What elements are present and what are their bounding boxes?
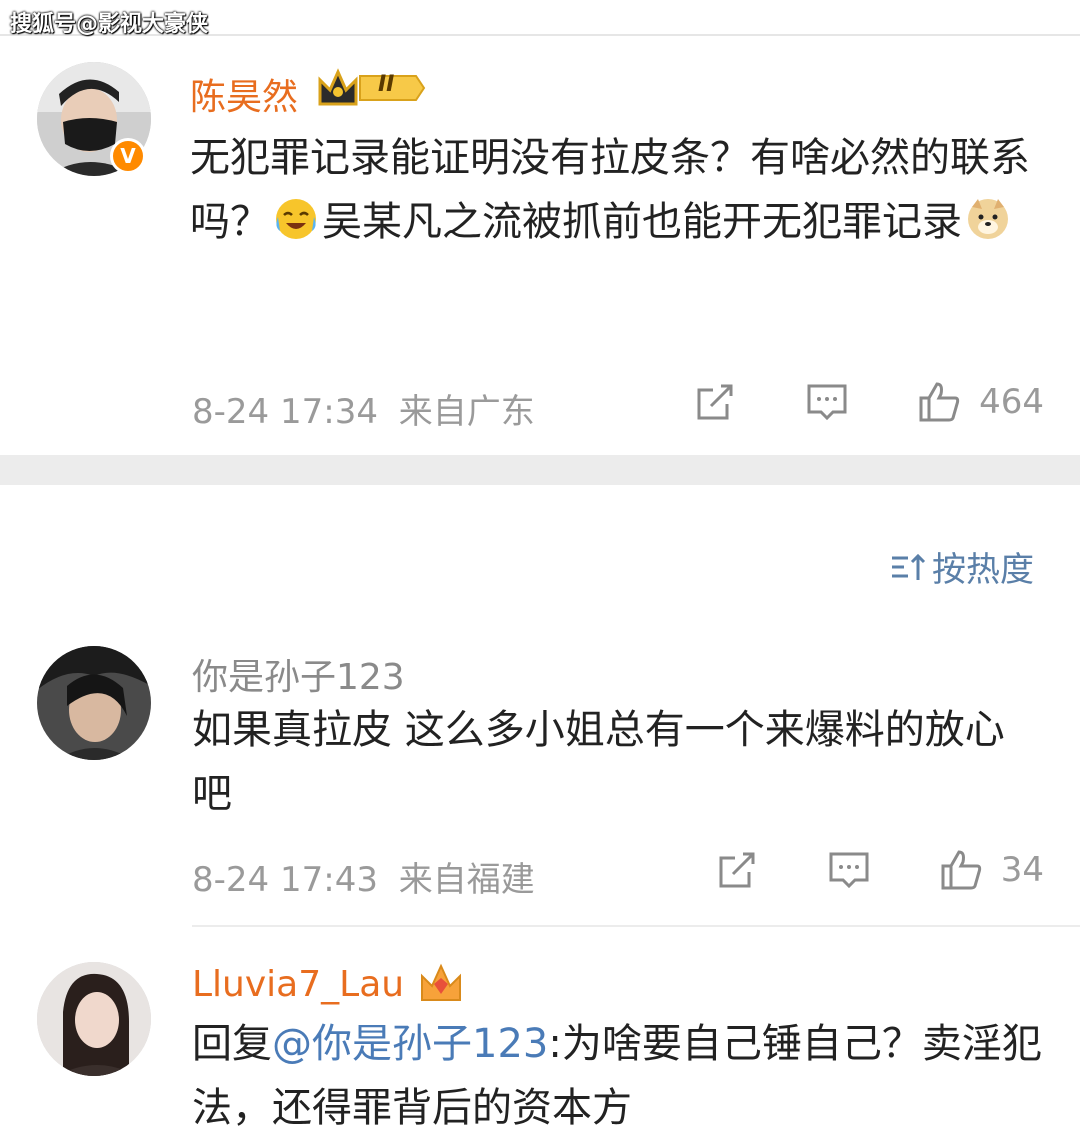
comment-author[interactable]: 陈昊然 bbox=[190, 68, 298, 120]
comment-time: 8-24 17:43 bbox=[192, 860, 378, 900]
avatar[interactable] bbox=[37, 646, 151, 760]
vip-crown-badge-icon bbox=[418, 960, 464, 1008]
vip-crown-badge-icon: II bbox=[316, 66, 428, 114]
watermark: 搜狐号@影视大豪侠 bbox=[10, 12, 209, 37]
comment-icon[interactable] bbox=[805, 380, 849, 424]
like-icon[interactable] bbox=[939, 848, 983, 892]
comment-time: 8-24 17:34 bbox=[192, 392, 378, 432]
like-count: 34 bbox=[1000, 850, 1044, 890]
share-icon[interactable] bbox=[693, 380, 737, 424]
reply-prefix: 回复 bbox=[192, 1021, 272, 1067]
share-icon[interactable] bbox=[715, 848, 759, 892]
comment-text: 无犯罪记录能证明没有拉皮条？有啥必然的联系吗？ 吴某凡之流被抓前也能开无犯罪记录 bbox=[190, 126, 1050, 254]
avatar[interactable] bbox=[37, 962, 151, 1076]
comment-divider bbox=[192, 925, 1080, 927]
comment-text: 回复@你是孙子123:为啥要自己锤自己？卖淫犯法，还得罪背后的资本方 bbox=[192, 1012, 1052, 1140]
comment-location: 来自广东 bbox=[398, 392, 535, 432]
like-icon[interactable] bbox=[917, 380, 961, 424]
sort-toggle[interactable]: 按热度 bbox=[890, 542, 1034, 591]
doge-emoji-icon bbox=[966, 196, 1010, 240]
vip-level-label: II bbox=[378, 72, 395, 97]
comment-meta: 8-24 17:34 来自广东 bbox=[192, 384, 535, 433]
comment-text-part: 吴某凡之流被抓前也能开无犯罪记录 bbox=[322, 199, 962, 245]
comment-actions: 34 bbox=[647, 848, 1044, 892]
comment-text: 如果真拉皮 这么多小姐总有一个来爆料的放心吧 bbox=[192, 707, 1005, 817]
mention-link[interactable]: @你是孙子123 bbox=[272, 1021, 548, 1067]
comment-actions: 464 bbox=[625, 380, 1044, 424]
comment-author[interactable]: Lluvia7_Lau bbox=[192, 964, 404, 1005]
section-separator bbox=[0, 455, 1080, 485]
comment-meta: 8-24 17:43 来自福建 bbox=[192, 852, 535, 901]
comment-icon[interactable] bbox=[827, 848, 871, 892]
sort-label: 按热度 bbox=[932, 550, 1034, 590]
laugh-cry-emoji-icon bbox=[274, 196, 318, 240]
comment-author[interactable]: 你是孙子123 bbox=[192, 648, 405, 700]
comment-location: 来自福建 bbox=[398, 860, 535, 900]
like-count: 464 bbox=[979, 382, 1044, 422]
sort-icon bbox=[892, 553, 926, 580]
verified-badge-icon: V bbox=[110, 138, 146, 174]
